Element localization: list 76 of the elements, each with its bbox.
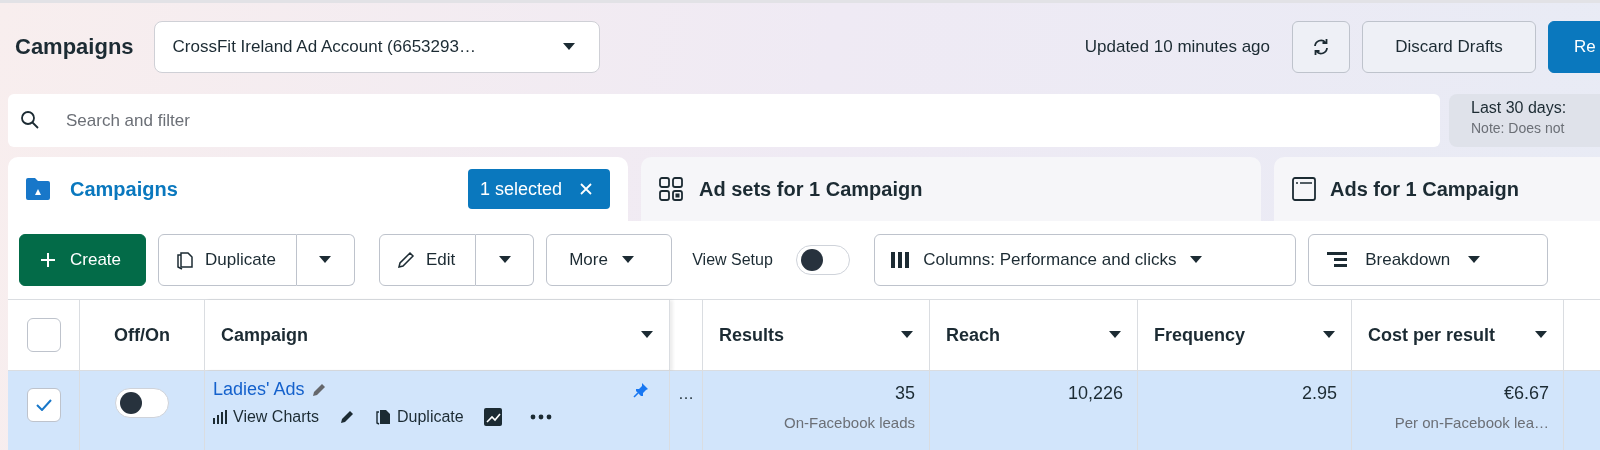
date-range-button[interactable]: Last 30 days: Note: Does not	[1449, 94, 1600, 147]
tab[interactable]: Campaigns 1 selected	[8, 157, 628, 221]
close-icon	[580, 183, 592, 195]
caret-icon	[1190, 256, 1203, 264]
columns-button[interactable]: Columns: Performance and clicks	[874, 234, 1297, 286]
campaign-link[interactable]: Ladies' Ads	[213, 379, 305, 400]
caret-icon	[562, 43, 575, 51]
date-range-note: Note: Does not	[1471, 120, 1566, 136]
updated-text: Updated 10 minutes ago	[1084, 37, 1270, 57]
copy-icon	[175, 250, 196, 270]
window-icon	[1292, 177, 1316, 201]
breakdown-icon	[1327, 252, 1348, 268]
more-options-button[interactable]	[529, 414, 552, 420]
pencil-icon	[395, 250, 416, 270]
line-chart-icon	[483, 408, 502, 426]
header-label: Results	[719, 324, 785, 346]
header-label: Frequency	[1154, 324, 1246, 346]
more-icon	[529, 414, 552, 420]
caret-icon	[498, 256, 511, 264]
cell-value: 35	[894, 383, 915, 404]
header-label: Reach	[946, 324, 1001, 346]
grid-icon	[659, 177, 683, 201]
check-icon	[35, 399, 52, 411]
cell-value: 2.95	[1301, 383, 1337, 404]
pencil-icon	[338, 409, 355, 425]
tab-label: Ads for 1 Campaign	[1330, 177, 1519, 201]
bar-chart-icon	[213, 410, 227, 424]
tab-label: Ad sets for 1 Campaign	[699, 177, 923, 201]
sort-icon	[641, 331, 653, 339]
caret-icon	[1468, 256, 1481, 264]
search-icon	[20, 110, 40, 130]
sort-icon	[1323, 331, 1335, 339]
duplicate-link[interactable]: Duplicate	[374, 408, 464, 426]
more-button[interactable]: More	[546, 234, 673, 286]
trend-chart-button[interactable]	[483, 408, 502, 426]
cell-value: …	[678, 385, 694, 403]
selection-badge[interactable]: 1 selected	[467, 169, 610, 209]
header-label: Off/On	[114, 324, 170, 346]
breakdown-button[interactable]: Breakdown	[1308, 234, 1549, 286]
checkbox[interactable]	[26, 388, 61, 422]
cell-value: €6.67	[1503, 383, 1549, 404]
discard-drafts-button[interactable]: Discard Drafts	[1362, 21, 1536, 73]
search-field[interactable]: Search and filter	[8, 94, 1440, 147]
duplicate-button[interactable]: Duplicate	[158, 234, 297, 286]
edit-icon-button[interactable]	[338, 409, 355, 425]
create-button[interactable]: Create	[19, 234, 147, 286]
view-setup-toggle[interactable]	[796, 245, 851, 275]
caret-icon	[319, 256, 332, 264]
edit-button[interactable]: Edit	[378, 234, 477, 286]
account-dropdown[interactable]: CrossFit Ireland Ad Account (6653293…	[153, 21, 600, 73]
refresh-icon	[1311, 37, 1331, 57]
folder-icon	[26, 178, 50, 200]
header-label: Campaign	[221, 324, 308, 346]
tab[interactable]: Ad sets for 1 Campaign	[641, 157, 1261, 221]
plus-icon	[40, 252, 56, 268]
view-charts-link[interactable]: View Charts	[213, 408, 319, 426]
header-label: Cost per result	[1368, 324, 1496, 346]
page-title: Campaigns	[15, 34, 134, 60]
refresh-button[interactable]	[1292, 21, 1350, 73]
pencil-icon	[310, 381, 327, 398]
document-icon	[374, 409, 391, 425]
primary-button[interactable]: Re	[1548, 21, 1600, 73]
cell-note: Per on-Facebook lea…	[1394, 414, 1549, 431]
view-setup-label: View Setup	[692, 250, 774, 270]
date-range-label: Last 30 days:	[1471, 99, 1568, 117]
tab-label: Campaigns	[70, 177, 178, 201]
checkbox[interactable]	[26, 318, 61, 352]
caret-icon	[621, 256, 634, 264]
cell-note: On-Facebook leads	[784, 414, 915, 431]
sort-icon	[1109, 331, 1121, 339]
sort-icon	[901, 331, 913, 339]
columns-icon	[891, 252, 910, 268]
sort-icon	[1535, 331, 1547, 339]
campaign-toggle[interactable]	[115, 388, 169, 418]
cell-value: 10,226	[1067, 383, 1123, 404]
tab[interactable]: Ads for 1 Campaign	[1274, 157, 1600, 221]
